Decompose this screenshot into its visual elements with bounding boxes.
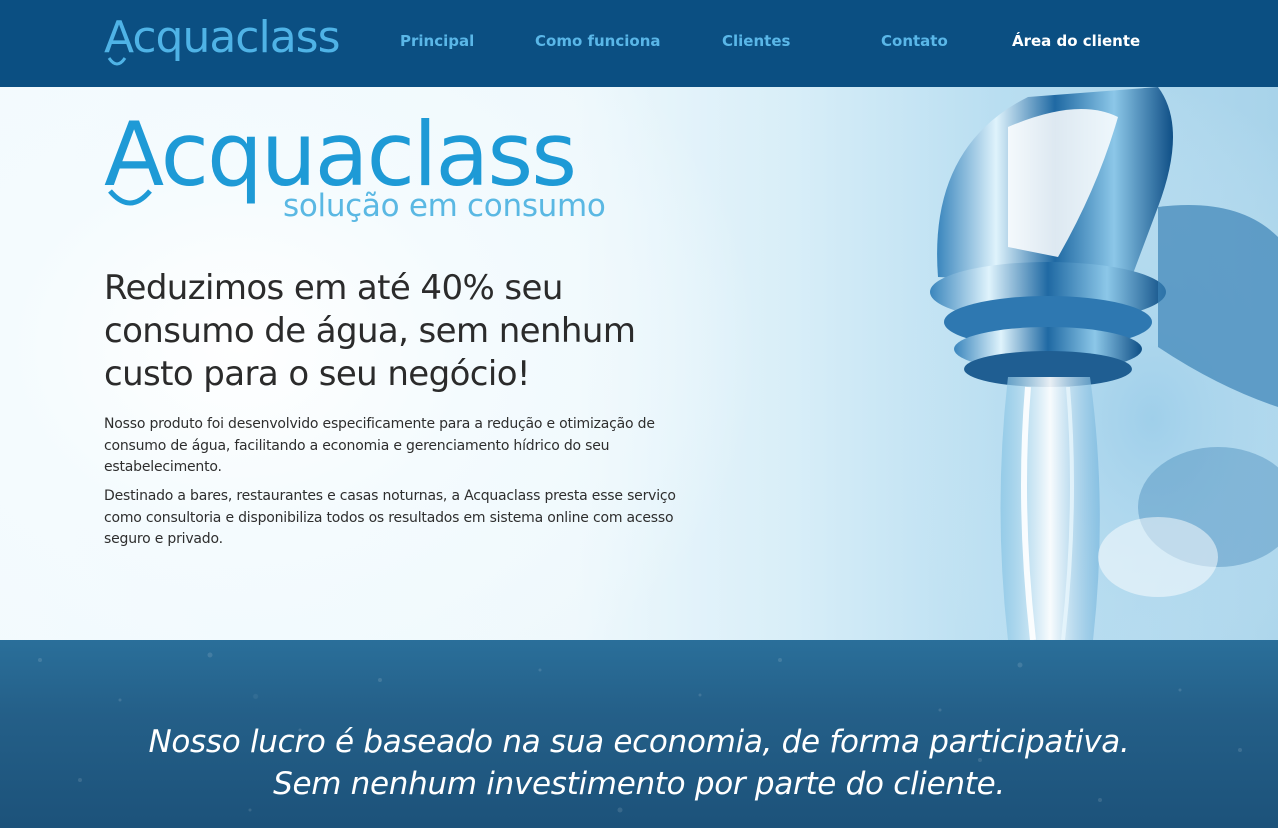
nav-link-clientes[interactable]: Clientes [722, 32, 790, 50]
nav-link-area-do-cliente[interactable]: Área do cliente [1012, 32, 1140, 50]
hero-tagline: solução em consumo [283, 188, 606, 224]
hero-headline: Reduzimos em até 40% seu consumo de água… [104, 268, 636, 394]
nav-logo-link[interactable]: Acquaclass [104, 10, 354, 70]
top-navbar: Acquaclass Principal Como funciona Clien… [0, 0, 1278, 87]
quote-line-1: Nosso lucro é baseado na sua economia, d… [148, 724, 1130, 760]
nav-link-principal[interactable]: Principal [400, 32, 474, 50]
hero-section: Acquaclass solução em consumo Reduzimos … [0, 87, 1278, 640]
nav-link-contato[interactable]: Contato [881, 32, 948, 50]
hero-paragraph-2: Destinado a bares, restaurantes e casas … [104, 488, 676, 547]
quote-band: Nosso lucro é baseado na sua economia, d… [0, 640, 1278, 828]
acquaclass-logo-small: Acquaclass [104, 12, 341, 66]
faucet-image [858, 87, 1278, 640]
nav-link-como-funciona[interactable]: Como funciona [535, 32, 661, 50]
svg-text:Acquaclass: Acquaclass [104, 12, 340, 63]
quote-line-2: Sem nenhum investimento por parte do cli… [273, 766, 1005, 802]
hero-paragraph-1: Nosso produto foi desenvolvido especific… [104, 416, 655, 475]
